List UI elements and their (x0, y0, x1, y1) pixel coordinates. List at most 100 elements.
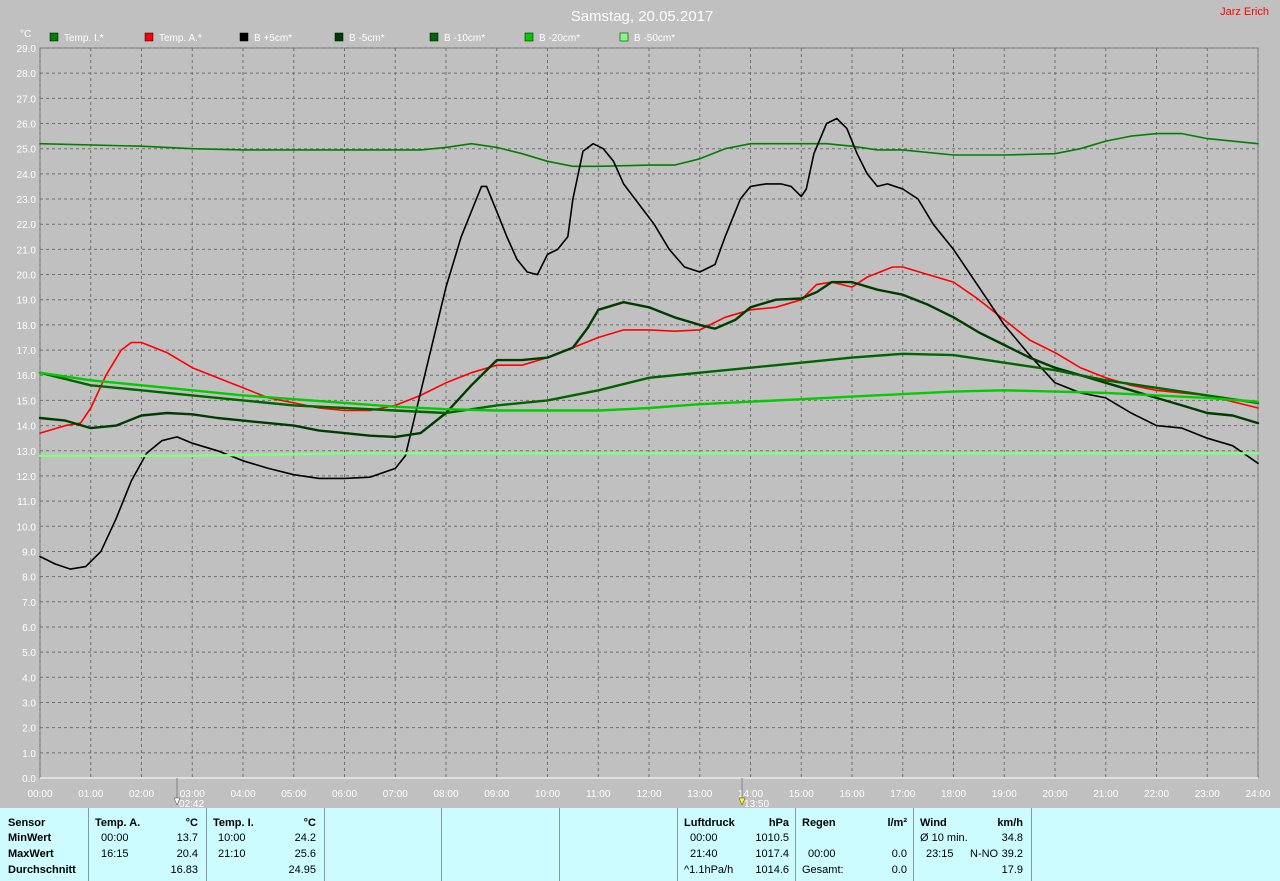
empty-column-3 (560, 808, 678, 881)
temp-a-min-time: 00:00 (101, 832, 129, 844)
wind-avg: 34.8 (1001, 832, 1023, 844)
y-tick-label: 26.0 (17, 120, 37, 131)
y-tick-label: 29.0 (17, 44, 37, 55)
luftdruck-max-time: 21:40 (690, 848, 718, 860)
wind-mean: 17.9 (1001, 864, 1023, 876)
temp-a-avg: 16.83 (170, 864, 198, 876)
y-tick-label: 18.0 (17, 321, 37, 332)
temp-a-unit: °C (185, 817, 198, 829)
series-line-4 (38, 280, 1260, 439)
legend-label: B +5cm* (254, 33, 292, 44)
x-tick-label: 07:00 (383, 789, 408, 800)
y-tick-label: 27.0 (17, 94, 37, 105)
temp-a-min: 13.7 (176, 832, 198, 844)
x-tick-label: 04:00 (230, 789, 255, 800)
legend-swatch (49, 32, 59, 42)
x-tick-label: 16:00 (839, 789, 864, 800)
x-tick-label: 10:00 (535, 789, 560, 800)
y-axis-unit: °C (20, 29, 31, 40)
y-tick-label: 16.0 (17, 371, 37, 382)
y-tick-label: 21.0 (17, 245, 37, 256)
time-markers: 02:42 13:50 (173, 778, 770, 808)
temp-i-min: 24.2 (294, 832, 316, 844)
wind-max-time: 23:15 (926, 848, 954, 860)
y-tick-label: 15.0 (17, 396, 37, 407)
x-tick-label: 01:00 (78, 789, 103, 800)
regen-unit: l/m² (887, 817, 907, 829)
y-tick-label: 24.0 (17, 170, 37, 181)
x-tick-label: 12:00 (636, 789, 661, 800)
x-tick-label: 11:00 (586, 789, 611, 800)
temp-i-min-time: 10:00 (218, 832, 246, 844)
x-tick-label: 05:00 (281, 789, 306, 800)
temp-a-column: Temp. A. °C 00:00 13.7 16:15 20.4 16.83 (89, 808, 207, 881)
chart-title: Samstag, 20.05.2017 (571, 8, 714, 25)
legend-label: B -10cm* (444, 33, 485, 44)
author-label: Jarz Erich (1220, 6, 1269, 18)
x-tick-label: 15:00 (789, 789, 814, 800)
x-tick-label: 24:00 (1245, 789, 1270, 800)
legend-swatch (334, 32, 344, 42)
x-tick-label: 09:00 (484, 789, 509, 800)
x-tick-label: 02:00 (129, 789, 154, 800)
grid (39, 47, 1259, 779)
marker-label: 02:42 (179, 799, 204, 808)
wind-avg-label: Ø 10 min. (920, 832, 968, 844)
legend-label: B -20cm* (539, 33, 580, 44)
y-tick-label: 5.0 (22, 648, 36, 659)
y-tick-label: 4.0 (22, 673, 36, 684)
regen-column: Regen l/m² 00:00 0.0 Gesamt: 0.0 (796, 808, 914, 881)
luftdruck-unit: hPa (768, 817, 789, 829)
statistics-table: Sensor MinWert MaxWert Durchschnitt Temp… (0, 808, 1280, 881)
x-tick-label: 22:00 (1144, 789, 1169, 800)
luftdruck-trend: ^1.1hPa/h (684, 864, 734, 876)
y-tick-label: 17.0 (17, 346, 37, 357)
axis-ticks: 0.0 1.0 2.0 3.0 4.0 5.0 6.0 7.0 8.0 9.0 10.0 11.0 12… (17, 44, 1271, 800)
temp-a-max: 20.4 (176, 848, 198, 860)
temp-a-header: Temp. A. (95, 817, 141, 829)
temp-i-max-time: 21:10 (218, 848, 246, 860)
x-tick-label: 23:00 (1195, 789, 1220, 800)
x-tick-label: 06:00 (332, 789, 357, 800)
legend-label: Temp. A.* (159, 33, 202, 44)
luftdruck-header: Luftdruck (684, 817, 735, 829)
y-tick-label: 13.0 (17, 447, 37, 458)
x-tick-label: 18:00 (941, 789, 966, 800)
x-tick-label: 19:00 (992, 789, 1017, 800)
wind-column: Wind km/h Ø 10 min. 34.8 23:15 N-NO 39.2… (914, 808, 1032, 881)
legend-swatch (239, 32, 249, 42)
legend-swatch (144, 32, 154, 42)
y-tick-label: 11.0 (17, 497, 36, 508)
regen-header: Regen (802, 817, 836, 829)
marker-label: 13:50 (744, 799, 769, 808)
x-tick-label: 08:00 (433, 789, 458, 800)
legend-swatch (524, 32, 534, 42)
y-tick-label: 1.0 (22, 749, 36, 760)
y-tick-label: 28.0 (17, 69, 37, 80)
y-tick-label: 10.0 (17, 522, 37, 533)
temp-i-column: Temp. I. °C 10:00 24.2 21:10 25.6 24.95 (207, 808, 325, 881)
wind-max-direction: N-NO (970, 848, 999, 860)
y-tick-label: 19.0 (17, 296, 37, 307)
legend-label: B -50cm* (634, 33, 675, 44)
regen-time: 00:00 (808, 848, 836, 860)
luftdruck-min-time: 00:00 (690, 832, 718, 844)
y-tick-label: 25.0 (17, 145, 37, 156)
y-tick-label: 8.0 (22, 573, 36, 584)
temp-i-header: Temp. I. (213, 817, 254, 829)
wind-max: 39.2 (1001, 848, 1023, 860)
x-tick-label: 17:00 (890, 789, 915, 800)
y-tick-label: 6.0 (22, 623, 36, 634)
row-label-min: MinWert (8, 832, 52, 844)
wind-unit: km/h (997, 817, 1023, 829)
temp-i-unit: °C (303, 817, 316, 829)
x-tick-label: 21:00 (1093, 789, 1118, 800)
row-label-avg: Durchschnitt (8, 864, 76, 876)
y-tick-label: 0.0 (22, 774, 36, 785)
wind-header: Wind (920, 817, 947, 829)
weather-chart: 0.0 1.0 2.0 3.0 4.0 5.0 6.0 7.0 8.0 9.0 10.0 11.0 12… (17, 8, 1271, 808)
luftdruck-min: 1010.5 (755, 832, 789, 844)
temp-a-max-time: 16:15 (101, 848, 129, 860)
y-tick-label: 9.0 (22, 547, 36, 558)
temp-i-max: 25.6 (294, 848, 316, 860)
